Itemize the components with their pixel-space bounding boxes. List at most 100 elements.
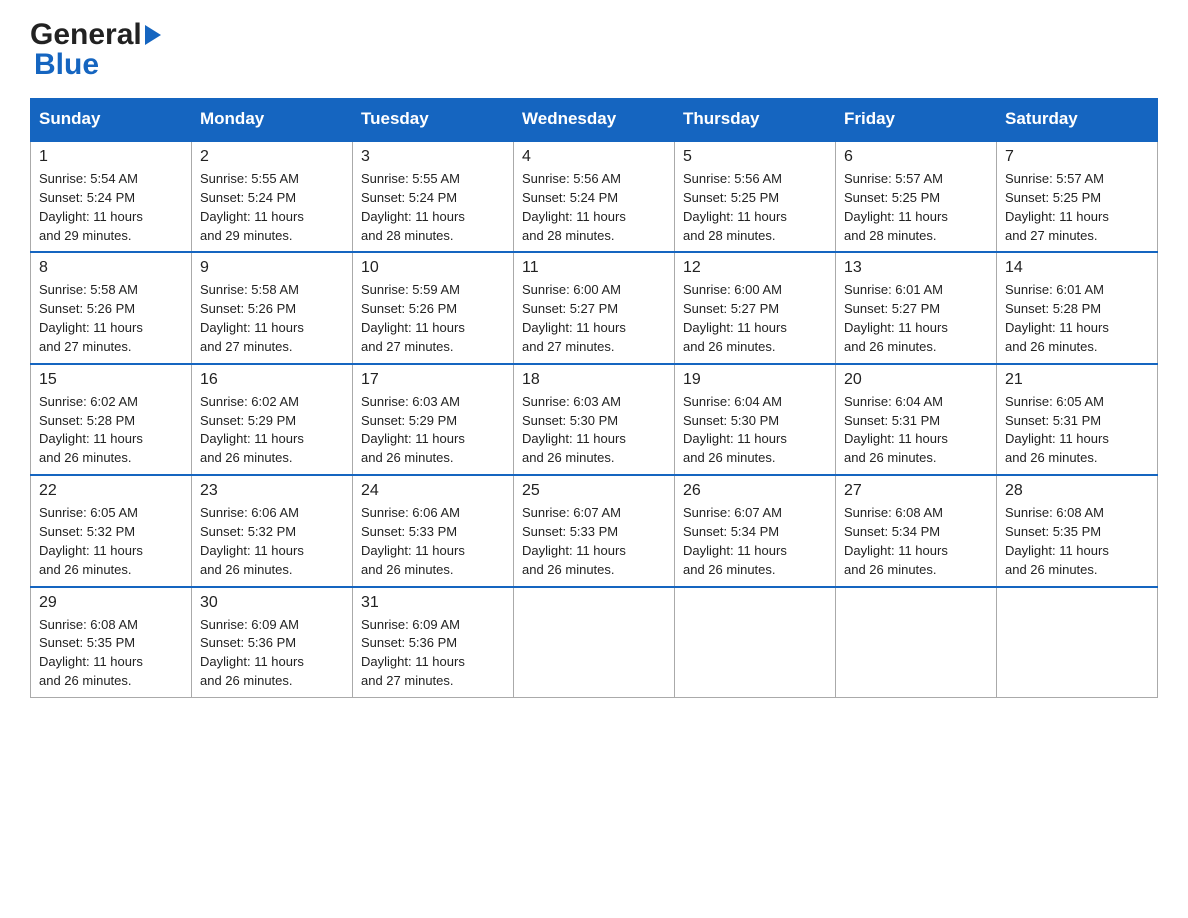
calendar-cell: 4 Sunrise: 5:56 AM Sunset: 5:24 PM Dayli… [514, 141, 675, 253]
day-number: 4 [522, 148, 666, 166]
calendar-cell: 12 Sunrise: 6:00 AM Sunset: 5:27 PM Dayl… [675, 252, 836, 363]
day-number: 26 [683, 482, 827, 500]
day-number: 22 [39, 482, 183, 500]
weekday-header-thursday: Thursday [675, 99, 836, 141]
logo: General Blue [30, 20, 161, 80]
calendar-cell: 28 Sunrise: 6:08 AM Sunset: 5:35 PM Dayl… [997, 475, 1158, 586]
day-info: Sunrise: 6:01 AM Sunset: 5:27 PM Dayligh… [844, 281, 988, 356]
day-info: Sunrise: 6:08 AM Sunset: 5:35 PM Dayligh… [1005, 504, 1149, 579]
day-number: 13 [844, 259, 988, 277]
day-info: Sunrise: 6:02 AM Sunset: 5:28 PM Dayligh… [39, 393, 183, 468]
day-info: Sunrise: 6:03 AM Sunset: 5:29 PM Dayligh… [361, 393, 505, 468]
day-number: 29 [39, 594, 183, 612]
calendar-cell [675, 587, 836, 698]
day-info: Sunrise: 5:55 AM Sunset: 5:24 PM Dayligh… [361, 170, 505, 245]
calendar-cell: 17 Sunrise: 6:03 AM Sunset: 5:29 PM Dayl… [353, 364, 514, 475]
weekday-header-friday: Friday [836, 99, 997, 141]
weekday-header-row: SundayMondayTuesdayWednesdayThursdayFrid… [31, 99, 1158, 141]
day-info: Sunrise: 6:09 AM Sunset: 5:36 PM Dayligh… [361, 616, 505, 691]
day-number: 20 [844, 371, 988, 389]
day-info: Sunrise: 5:57 AM Sunset: 5:25 PM Dayligh… [844, 170, 988, 245]
calendar-cell: 5 Sunrise: 5:56 AM Sunset: 5:25 PM Dayli… [675, 141, 836, 253]
day-number: 30 [200, 594, 344, 612]
week-row-2: 8 Sunrise: 5:58 AM Sunset: 5:26 PM Dayli… [31, 252, 1158, 363]
calendar-cell: 25 Sunrise: 6:07 AM Sunset: 5:33 PM Dayl… [514, 475, 675, 586]
weekday-header-saturday: Saturday [997, 99, 1158, 141]
calendar-cell: 15 Sunrise: 6:02 AM Sunset: 5:28 PM Dayl… [31, 364, 192, 475]
day-info: Sunrise: 6:06 AM Sunset: 5:32 PM Dayligh… [200, 504, 344, 579]
day-number: 11 [522, 259, 666, 277]
week-row-4: 22 Sunrise: 6:05 AM Sunset: 5:32 PM Dayl… [31, 475, 1158, 586]
calendar-body: 1 Sunrise: 5:54 AM Sunset: 5:24 PM Dayli… [31, 141, 1158, 698]
day-info: Sunrise: 6:01 AM Sunset: 5:28 PM Dayligh… [1005, 281, 1149, 356]
day-info: Sunrise: 5:55 AM Sunset: 5:24 PM Dayligh… [200, 170, 344, 245]
calendar-cell: 21 Sunrise: 6:05 AM Sunset: 5:31 PM Dayl… [997, 364, 1158, 475]
day-info: Sunrise: 6:05 AM Sunset: 5:31 PM Dayligh… [1005, 393, 1149, 468]
day-number: 10 [361, 259, 505, 277]
logo-general-line: General [30, 20, 161, 50]
day-number: 24 [361, 482, 505, 500]
calendar-cell [514, 587, 675, 698]
calendar-cell: 8 Sunrise: 5:58 AM Sunset: 5:26 PM Dayli… [31, 252, 192, 363]
day-number: 16 [200, 371, 344, 389]
calendar-cell [836, 587, 997, 698]
day-number: 3 [361, 148, 505, 166]
calendar-cell: 24 Sunrise: 6:06 AM Sunset: 5:33 PM Dayl… [353, 475, 514, 586]
day-number: 6 [844, 148, 988, 166]
day-info: Sunrise: 5:56 AM Sunset: 5:24 PM Dayligh… [522, 170, 666, 245]
calendar-cell: 18 Sunrise: 6:03 AM Sunset: 5:30 PM Dayl… [514, 364, 675, 475]
weekday-header-sunday: Sunday [31, 99, 192, 141]
calendar-cell: 20 Sunrise: 6:04 AM Sunset: 5:31 PM Dayl… [836, 364, 997, 475]
day-info: Sunrise: 6:03 AM Sunset: 5:30 PM Dayligh… [522, 393, 666, 468]
day-info: Sunrise: 6:08 AM Sunset: 5:34 PM Dayligh… [844, 504, 988, 579]
calendar-cell: 13 Sunrise: 6:01 AM Sunset: 5:27 PM Dayl… [836, 252, 997, 363]
day-info: Sunrise: 5:59 AM Sunset: 5:26 PM Dayligh… [361, 281, 505, 356]
calendar-cell: 7 Sunrise: 5:57 AM Sunset: 5:25 PM Dayli… [997, 141, 1158, 253]
calendar-cell: 26 Sunrise: 6:07 AM Sunset: 5:34 PM Dayl… [675, 475, 836, 586]
day-number: 18 [522, 371, 666, 389]
calendar-cell: 1 Sunrise: 5:54 AM Sunset: 5:24 PM Dayli… [31, 141, 192, 253]
day-info: Sunrise: 6:00 AM Sunset: 5:27 PM Dayligh… [522, 281, 666, 356]
day-number: 15 [39, 371, 183, 389]
calendar-cell: 27 Sunrise: 6:08 AM Sunset: 5:34 PM Dayl… [836, 475, 997, 586]
logo-general-text: General [30, 20, 142, 50]
weekday-header-wednesday: Wednesday [514, 99, 675, 141]
day-info: Sunrise: 6:04 AM Sunset: 5:30 PM Dayligh… [683, 393, 827, 468]
calendar-cell: 9 Sunrise: 5:58 AM Sunset: 5:26 PM Dayli… [192, 252, 353, 363]
day-info: Sunrise: 6:04 AM Sunset: 5:31 PM Dayligh… [844, 393, 988, 468]
day-number: 9 [200, 259, 344, 277]
day-number: 31 [361, 594, 505, 612]
week-row-1: 1 Sunrise: 5:54 AM Sunset: 5:24 PM Dayli… [31, 141, 1158, 253]
day-number: 5 [683, 148, 827, 166]
calendar-cell: 6 Sunrise: 5:57 AM Sunset: 5:25 PM Dayli… [836, 141, 997, 253]
weekday-header-tuesday: Tuesday [353, 99, 514, 141]
calendar-cell: 14 Sunrise: 6:01 AM Sunset: 5:28 PM Dayl… [997, 252, 1158, 363]
day-info: Sunrise: 5:54 AM Sunset: 5:24 PM Dayligh… [39, 170, 183, 245]
day-number: 7 [1005, 148, 1149, 166]
day-info: Sunrise: 6:07 AM Sunset: 5:34 PM Dayligh… [683, 504, 827, 579]
day-info: Sunrise: 5:58 AM Sunset: 5:26 PM Dayligh… [39, 281, 183, 356]
calendar-cell: 30 Sunrise: 6:09 AM Sunset: 5:36 PM Dayl… [192, 587, 353, 698]
calendar-header: SundayMondayTuesdayWednesdayThursdayFrid… [31, 99, 1158, 141]
calendar-cell: 23 Sunrise: 6:06 AM Sunset: 5:32 PM Dayl… [192, 475, 353, 586]
page-header: General Blue [30, 20, 1158, 80]
calendar-table: SundayMondayTuesdayWednesdayThursdayFrid… [30, 98, 1158, 698]
day-info: Sunrise: 6:02 AM Sunset: 5:29 PM Dayligh… [200, 393, 344, 468]
calendar-cell: 2 Sunrise: 5:55 AM Sunset: 5:24 PM Dayli… [192, 141, 353, 253]
day-number: 28 [1005, 482, 1149, 500]
calendar-cell: 19 Sunrise: 6:04 AM Sunset: 5:30 PM Dayl… [675, 364, 836, 475]
day-number: 17 [361, 371, 505, 389]
day-number: 19 [683, 371, 827, 389]
calendar-cell: 22 Sunrise: 6:05 AM Sunset: 5:32 PM Dayl… [31, 475, 192, 586]
calendar-cell: 11 Sunrise: 6:00 AM Sunset: 5:27 PM Dayl… [514, 252, 675, 363]
calendar-cell: 10 Sunrise: 5:59 AM Sunset: 5:26 PM Dayl… [353, 252, 514, 363]
day-number: 8 [39, 259, 183, 277]
day-info: Sunrise: 5:58 AM Sunset: 5:26 PM Dayligh… [200, 281, 344, 356]
calendar-cell: 31 Sunrise: 6:09 AM Sunset: 5:36 PM Dayl… [353, 587, 514, 698]
day-info: Sunrise: 6:00 AM Sunset: 5:27 PM Dayligh… [683, 281, 827, 356]
day-info: Sunrise: 6:08 AM Sunset: 5:35 PM Dayligh… [39, 616, 183, 691]
day-info: Sunrise: 5:56 AM Sunset: 5:25 PM Dayligh… [683, 170, 827, 245]
day-number: 23 [200, 482, 344, 500]
calendar-cell: 3 Sunrise: 5:55 AM Sunset: 5:24 PM Dayli… [353, 141, 514, 253]
day-info: Sunrise: 6:05 AM Sunset: 5:32 PM Dayligh… [39, 504, 183, 579]
